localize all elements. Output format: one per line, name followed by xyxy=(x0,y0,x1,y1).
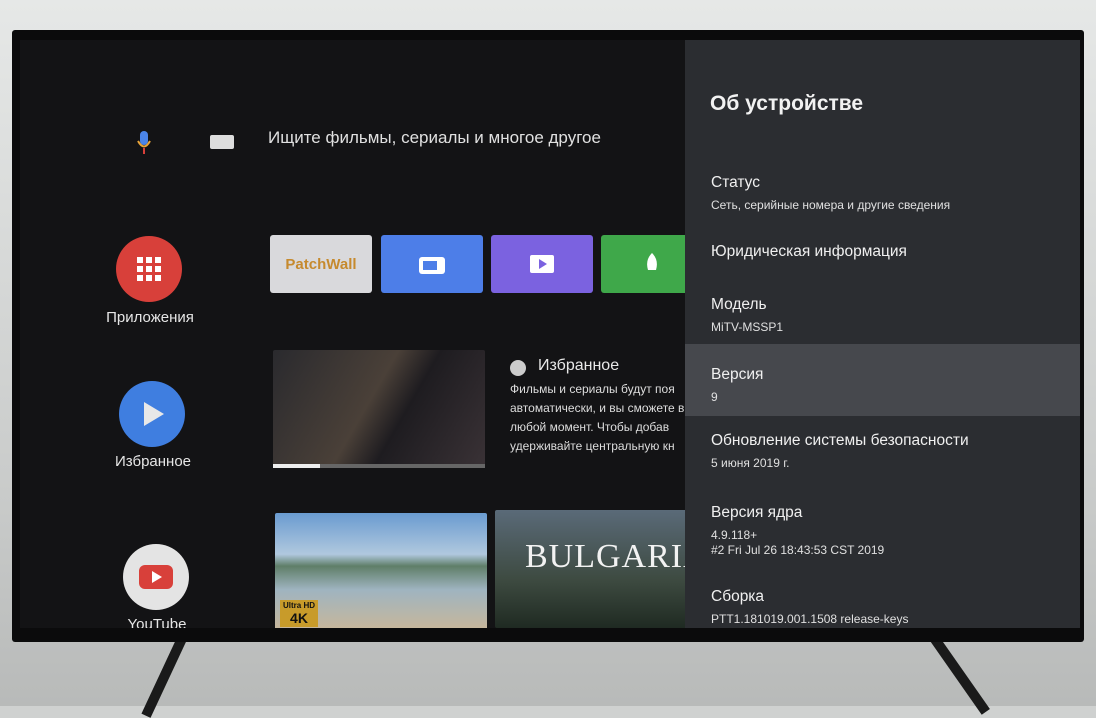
setting-title: Статус xyxy=(711,174,760,191)
sidebar-item-label: YouTube xyxy=(127,616,187,628)
setting-subtitle: Сеть, серийные номера и другие сведения xyxy=(711,198,951,212)
content-tile-lake[interactable]: Ultra HD 4K xyxy=(275,513,487,628)
search-input[interactable]: Ищите фильмы, сериалы и многое другое xyxy=(268,128,601,148)
setting-subtitle: 5 июня 2019 г. xyxy=(711,456,790,470)
setting-build[interactable]: Сборка PTT1.181019.001.1508 release-keys xyxy=(685,588,1080,627)
app-tile-video[interactable] xyxy=(491,235,593,293)
app-tile-patchwall[interactable]: PatchWall xyxy=(270,235,372,293)
tv-icon xyxy=(419,257,445,274)
setting-kernel-version[interactable]: Версия ядра 4.9.118+ #2 Fri Jul 26 18:43… xyxy=(685,504,1080,558)
setting-title: Версия ядра xyxy=(711,504,803,521)
apps-grid-icon xyxy=(137,257,161,281)
setting-title: Сборка xyxy=(711,588,765,605)
panel-title: Об устройстве xyxy=(710,92,864,115)
setting-security-update[interactable]: Обновление системы безопасности 5 июня 2… xyxy=(685,432,1080,471)
patchwall-label: PatchWall xyxy=(285,255,357,273)
setting-subtitle: 4.9.118+ xyxy=(711,528,758,542)
mic-icon[interactable] xyxy=(136,130,152,156)
setting-title: Обновление системы безопасности xyxy=(711,432,969,449)
setting-subtitle-2: #2 Fri Jul 26 18:43:53 CST 2019 xyxy=(711,543,885,557)
sidebar-item-favorites[interactable] xyxy=(119,381,185,447)
progress-bar xyxy=(273,464,485,468)
setting-legal[interactable]: Юридическая информация xyxy=(685,243,1080,261)
uhd-4k-badge: Ultra HD 4K xyxy=(280,600,319,627)
setting-version-selected[interactable]: Версия 9 xyxy=(685,344,1080,416)
setting-subtitle: PTT1.181019.001.1508 release-keys xyxy=(711,612,909,626)
badge-bottom: 4K xyxy=(290,610,308,626)
favorites-title: Избранное xyxy=(538,357,620,374)
youtube-icon xyxy=(139,565,173,589)
setting-subtitle: MiTV-MSSP1 xyxy=(711,320,784,334)
rocket-icon xyxy=(647,253,657,270)
setting-status[interactable]: Статус Сеть, серийные номера и другие св… xyxy=(685,174,1080,213)
sidebar-item-youtube[interactable] xyxy=(123,544,189,610)
favorites-thumbnail[interactable] xyxy=(273,350,485,468)
play-icon xyxy=(144,402,164,426)
app-tile-tv[interactable] xyxy=(381,235,483,293)
tv-screen: Ищите фильмы, сериалы и многое другое Пр… xyxy=(20,40,1080,628)
bulgaria-title: BULGARIA xyxy=(525,538,690,575)
play-icon xyxy=(530,255,554,273)
content-tile-bulgaria[interactable]: BULGARIA xyxy=(495,510,690,628)
progress-fill xyxy=(273,464,320,468)
setting-title: Юридическая информация xyxy=(711,243,907,260)
setting-title: Версия xyxy=(711,366,764,383)
sidebar-item-label: Избранное xyxy=(114,453,192,470)
sidebar-item-label: Приложения xyxy=(106,309,194,326)
play-icon xyxy=(510,360,526,376)
sidebar-item-apps[interactable] xyxy=(116,236,182,302)
about-device-panel: Об устройстве Статус Сеть, серийные номе… xyxy=(685,40,1080,628)
keyboard-icon[interactable] xyxy=(210,135,234,149)
setting-title: Модель xyxy=(711,296,767,313)
badge-top: Ultra HD xyxy=(283,601,316,610)
favorites-description: Фильмы и сериалы будут поя автоматически… xyxy=(510,382,685,453)
setting-subtitle: 9 xyxy=(711,390,718,404)
setting-model[interactable]: Модель MiTV-MSSP1 xyxy=(685,296,1080,335)
